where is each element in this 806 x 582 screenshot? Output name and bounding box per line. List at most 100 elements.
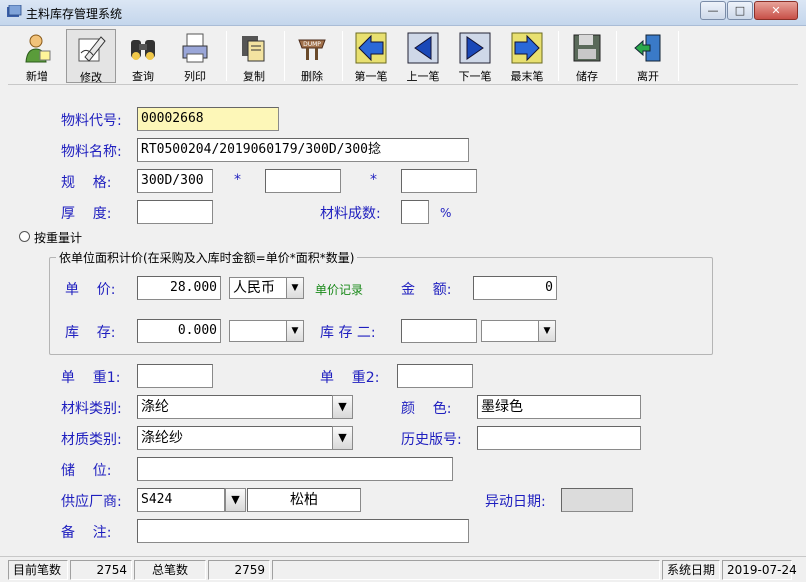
currency-dropdown-arrow[interactable]: ▼	[286, 277, 304, 299]
quality-category-dropdown-arrow[interactable]: ▼	[332, 426, 353, 450]
maximize-button[interactable]: □	[727, 1, 753, 20]
material-code-label: 物料代号:	[61, 113, 122, 129]
history-version-input[interactable]	[477, 426, 641, 450]
color-input[interactable]: 墨绿色	[477, 395, 641, 419]
title-bar: 主料库存管理系统 — □ ✕	[0, 0, 806, 26]
edit-pen-icon	[78, 36, 106, 62]
prev-record-button[interactable]: 上一笔	[398, 29, 448, 83]
spec-input-1[interactable]: 300D/300	[137, 169, 213, 193]
material-category-dropdown-arrow[interactable]: ▼	[332, 395, 353, 419]
spec-label: 规 格:	[61, 175, 112, 191]
total-count-value: 2759	[208, 560, 270, 580]
material-code-input[interactable]: 00002668	[137, 107, 279, 131]
color-label: 颜 色:	[401, 401, 452, 417]
toolbar-label: 新增	[26, 70, 48, 83]
stock2-unit-select[interactable]	[481, 320, 539, 342]
supplier-code-input[interactable]: S424	[137, 488, 225, 512]
unit-price-history-link[interactable]: 单价记录	[315, 281, 363, 298]
query-button[interactable]: 查询	[118, 29, 168, 83]
print-button[interactable]: 列印	[170, 29, 220, 83]
stock2-unit-dropdown-arrow[interactable]: ▼	[538, 320, 556, 342]
next-record-button[interactable]: 下一笔	[450, 29, 500, 83]
copy-button[interactable]: 复制	[230, 29, 278, 83]
remark-input[interactable]	[137, 519, 469, 543]
toolbar-label: 删除	[301, 70, 323, 83]
unit-weight1-input[interactable]	[137, 364, 213, 388]
exit-button[interactable]: 离开	[620, 29, 676, 83]
by-weight-radio[interactable]	[19, 231, 30, 242]
system-date-value: 2019-07-24	[722, 560, 797, 580]
percent-unit: %	[440, 206, 452, 220]
toolbar-separator	[342, 31, 343, 81]
window-title: 主料库存管理系统	[26, 7, 123, 21]
first-record-button[interactable]: 第一笔	[346, 29, 396, 83]
area-pricing-group-title: 依单位面积计价(在采购及入库时金额=单价*面积*数量)	[56, 249, 358, 266]
change-date-label: 异动日期:	[485, 494, 546, 510]
binoculars-icon	[131, 40, 155, 60]
stock-unit-select[interactable]	[229, 320, 287, 342]
thickness-label: 厚 度:	[61, 206, 112, 222]
amount-input[interactable]: 0	[473, 276, 557, 300]
toolbar-separator	[284, 31, 285, 81]
stock-unit-dropdown-arrow[interactable]: ▼	[286, 320, 304, 342]
stock-label: 库 存:	[65, 325, 116, 341]
unit-price-input[interactable]: 28.000	[137, 276, 221, 300]
quality-category-label: 材质类别:	[61, 432, 122, 448]
toolbar-label: 最末笔	[510, 70, 544, 83]
spec-input-3[interactable]	[401, 169, 477, 193]
spec-star-1: *	[234, 172, 241, 188]
unit-price-label: 单 价:	[65, 282, 116, 298]
total-count-label: 总笔数	[134, 560, 206, 580]
storage-location-label: 储 位:	[61, 463, 112, 479]
current-count-label: 目前笔数	[8, 560, 68, 580]
history-version-label: 历史版号:	[401, 432, 462, 448]
material-name-label: 物料名称:	[61, 144, 122, 160]
delete-button[interactable]: DUMP 删除	[288, 29, 336, 83]
supplier-name-input[interactable]: 松柏	[247, 488, 361, 512]
toolbar-label: 查询	[132, 70, 154, 83]
stock-input[interactable]: 0.000	[137, 319, 221, 343]
toolbar-label: 储存	[576, 70, 598, 83]
material-count-input[interactable]	[401, 200, 429, 224]
minimize-button[interactable]: —	[700, 1, 726, 20]
stock2-input[interactable]	[401, 319, 477, 343]
unit-weight2-input[interactable]	[397, 364, 473, 388]
material-name-input[interactable]: RT0500204/2019060179/300D/300捻	[137, 138, 469, 162]
dump-delete-icon: DUMP	[298, 39, 326, 60]
last-record-button[interactable]: 最末笔	[502, 29, 552, 83]
material-category-select[interactable]: 涤纶	[137, 395, 333, 419]
status-bar: 目前笔数 2754 总笔数 2759 系统日期 2019-07-24	[0, 556, 806, 582]
spec-input-2[interactable]	[265, 169, 341, 193]
status-spacer	[272, 560, 660, 580]
next-record-icon	[459, 32, 491, 64]
dump-icon-text: DUMP	[303, 41, 321, 48]
toolbar-label: 列印	[184, 70, 206, 83]
by-weight-label: 按重量计	[34, 231, 83, 245]
currency-select[interactable]: 人民币	[229, 277, 287, 299]
unit-weight1-label: 单 重1:	[61, 370, 121, 386]
close-button[interactable]: ✕	[754, 1, 798, 20]
system-date-label: 系统日期	[662, 560, 720, 580]
toolbar-separator	[226, 31, 227, 81]
amount-label: 金 额:	[401, 282, 452, 298]
copy-icon	[242, 36, 265, 62]
toolbar-label: 修改	[80, 71, 102, 84]
toolbar-label: 第一笔	[354, 70, 388, 83]
thickness-input[interactable]	[137, 200, 213, 224]
stock2-label: 库 存 二:	[320, 325, 376, 341]
prev-record-icon	[407, 32, 439, 64]
current-count-value: 2754	[70, 560, 132, 580]
remark-label: 备 注:	[61, 525, 112, 541]
storage-location-input[interactable]	[137, 457, 453, 481]
new-button[interactable]: 新增	[12, 29, 62, 83]
change-date-input	[561, 488, 633, 512]
edit-button[interactable]: 修改	[66, 29, 116, 84]
app-icon	[7, 5, 22, 17]
save-button[interactable]: 储存	[562, 29, 612, 83]
new-person-icon	[25, 34, 51, 63]
toolbar-label: 复制	[243, 70, 265, 83]
supplier-dropdown-arrow[interactable]: ▼	[225, 488, 246, 512]
quality-category-select[interactable]: 涤纶纱	[137, 426, 333, 450]
toolbar-separator	[678, 31, 679, 81]
material-count-label: 材料成数:	[320, 206, 381, 222]
